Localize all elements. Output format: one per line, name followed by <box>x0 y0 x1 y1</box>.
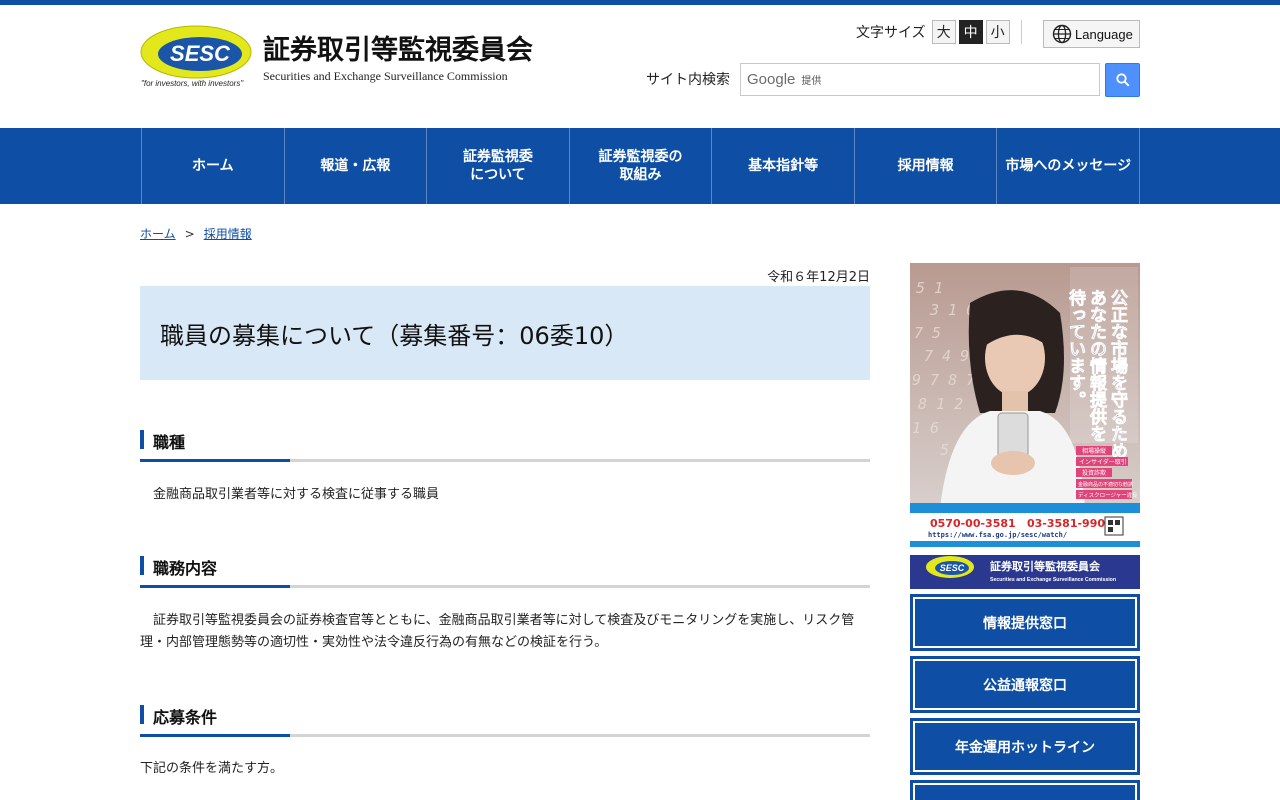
section-body: 金融商品取引業者等に対する検査に従事する職員 <box>140 487 440 502</box>
search-button[interactable] <box>1105 63 1140 97</box>
font-size-large-button[interactable]: 大 <box>931 20 956 44</box>
font-size-small-button[interactable]: 小 <box>985 20 1010 44</box>
whistleblower-banner[interactable]: 5 13 1 0 7 57 4 9 5 6 9 7 8 78 1 2 1 65 … <box>910 263 1140 589</box>
section-duties: 職務内容 証券取引等監視委員会の証券検査官等とともに、金融商品取引業者等に対して… <box>140 556 870 654</box>
nav-item-home[interactable]: ホーム <box>142 128 285 204</box>
heading-underline-accent <box>140 734 290 737</box>
banner-graphic: 5 13 1 0 7 57 4 9 5 6 9 7 8 78 1 2 1 65 … <box>910 263 1140 589</box>
heading-accent-bar <box>140 705 144 724</box>
font-size-label: 文字サイズ <box>856 25 926 41</box>
banner-headline-col3: 待っています。 <box>1065 288 1086 408</box>
svg-text:相場操縦: 相場操縦 <box>1082 447 1106 455</box>
svg-text:0570-00-3581: 0570-00-3581 <box>930 517 1016 530</box>
search-icon <box>1115 73 1130 87</box>
header-divider <box>1021 20 1022 44</box>
svg-text:インサイダー取引: インサイダー取引 <box>1079 458 1127 466</box>
font-size-medium-button[interactable]: 中 <box>958 20 983 44</box>
logo-tagline: "for investors, with investors" <box>141 79 244 88</box>
button-label <box>913 783 1137 800</box>
svg-text:8 1 2: 8 1 2 <box>918 395 963 413</box>
button-label: 情報提供窓口 <box>913 597 1137 648</box>
nav-item-press[interactable]: 報道・広報 <box>285 128 428 204</box>
banner-headline-col2: あなたの情報提供を <box>1086 289 1108 442</box>
pension-hotline-button[interactable]: 年金運用ホットライン <box>910 718 1140 775</box>
nav-item-about[interactable]: 証券監視委 について <box>427 128 570 204</box>
font-size-switcher: 文字サイズ 大 中 小 <box>856 20 1013 44</box>
svg-text:証券取引等監視委員会: 証券取引等監視委員会 <box>990 559 1101 573</box>
google-provided-label: 提供 <box>801 76 822 87</box>
breadcrumb-separator: > <box>184 226 195 241</box>
nav-item-policies[interactable]: 基本指針等 <box>712 128 855 204</box>
language-label: Language <box>1075 26 1133 42</box>
svg-text:https://www.fsa.go.jp/sesc/wat: https://www.fsa.go.jp/sesc/watch/ <box>928 531 1067 539</box>
breadcrumb-home-link[interactable]: ホーム <box>140 225 176 242</box>
global-nav: ホーム 報道・広報 証券監視委 について 証券監視委の 取組み 基本指針等 採用… <box>0 128 1280 204</box>
svg-text:9 7 8 7: 9 7 8 7 <box>912 371 975 389</box>
svg-text:03-3581-9909: 03-3581-9909 <box>1027 517 1113 530</box>
heading-underline-accent <box>140 585 290 588</box>
google-brand: Google <box>747 71 796 88</box>
section-heading: 職務内容 <box>153 559 218 578</box>
heading-accent-bar <box>140 556 144 575</box>
sidebar-button-partial[interactable] <box>910 780 1140 800</box>
nav-item-market-message[interactable]: 市場へのメッセージ <box>997 128 1141 204</box>
svg-text:Securities and Exchange Survei: Securities and Exchange Surveillance Com… <box>990 577 1116 583</box>
page-title-box: 職員の募集について（募集番号：06委10） <box>140 286 870 380</box>
section-requirements: 応募条件 下記の条件を満たす方。 <box>140 705 870 780</box>
page-title: 職員の募集について（募集番号：06委10） <box>160 321 629 350</box>
svg-text:5 1: 5 1 <box>916 279 943 297</box>
section-body: 下記の条件を満たす方。 <box>140 761 284 776</box>
publish-date: 令和６年12月2日 <box>767 270 870 285</box>
svg-text:金融商品の不適切な勧誘: 金融商品の不適切な勧誘 <box>1078 481 1133 488</box>
org-name-en: Securities and Exchange Surveillance Com… <box>263 69 508 83</box>
section-job-type: 職種 金融商品取引業者等に対する検査に従事する職員 <box>140 430 870 506</box>
breadcrumb-recruitment-link[interactable]: 採用情報 <box>204 225 252 242</box>
info-submission-button[interactable]: 情報提供窓口 <box>910 594 1140 651</box>
section-body: 証券取引等監視委員会の証券検査官等とともに、金融商品取引業者等に対して検査及びモ… <box>140 613 855 650</box>
org-name-ja: 証券取引等監視委員会 <box>263 35 533 66</box>
svg-text:ディスクロージャー違反: ディスクロージャー違反 <box>1078 491 1138 499</box>
section-heading: 応募条件 <box>153 708 218 727</box>
site-search-label: サイト内検索 <box>646 72 730 88</box>
section-heading: 職種 <box>153 433 186 452</box>
site-logo[interactable]: SESC "for investors, with investors" 証券取… <box>140 22 540 92</box>
nav-item-recruitment[interactable]: 採用情報 <box>855 128 998 204</box>
breadcrumb: ホーム > 採用情報 <box>140 225 252 242</box>
svg-text:1 6: 1 6 <box>912 419 939 437</box>
sesc-logo-icon: SESC <box>140 25 252 79</box>
button-label: 公益通報窓口 <box>913 659 1137 710</box>
svg-text:SESC: SESC <box>170 41 231 66</box>
nav-item-activities[interactable]: 証券監視委の 取組み <box>570 128 713 204</box>
button-label: 年金運用ホットライン <box>913 721 1137 772</box>
top-accent-strip <box>0 0 1280 5</box>
svg-text:投資詐欺: 投資詐欺 <box>1082 469 1106 477</box>
search-input[interactable]: Google 提供 <box>740 63 1100 96</box>
heading-underline-accent <box>140 459 290 462</box>
svg-text:3 1 0: 3 1 0 <box>929 301 975 319</box>
svg-text:7 5: 7 5 <box>914 324 941 342</box>
heading-accent-bar <box>140 430 144 449</box>
whistleblowing-button[interactable]: 公益通報窓口 <box>910 656 1140 713</box>
svg-text:SESC: SESC <box>940 563 965 573</box>
language-button[interactable]: Language <box>1043 20 1140 48</box>
globe-icon <box>1052 24 1072 44</box>
